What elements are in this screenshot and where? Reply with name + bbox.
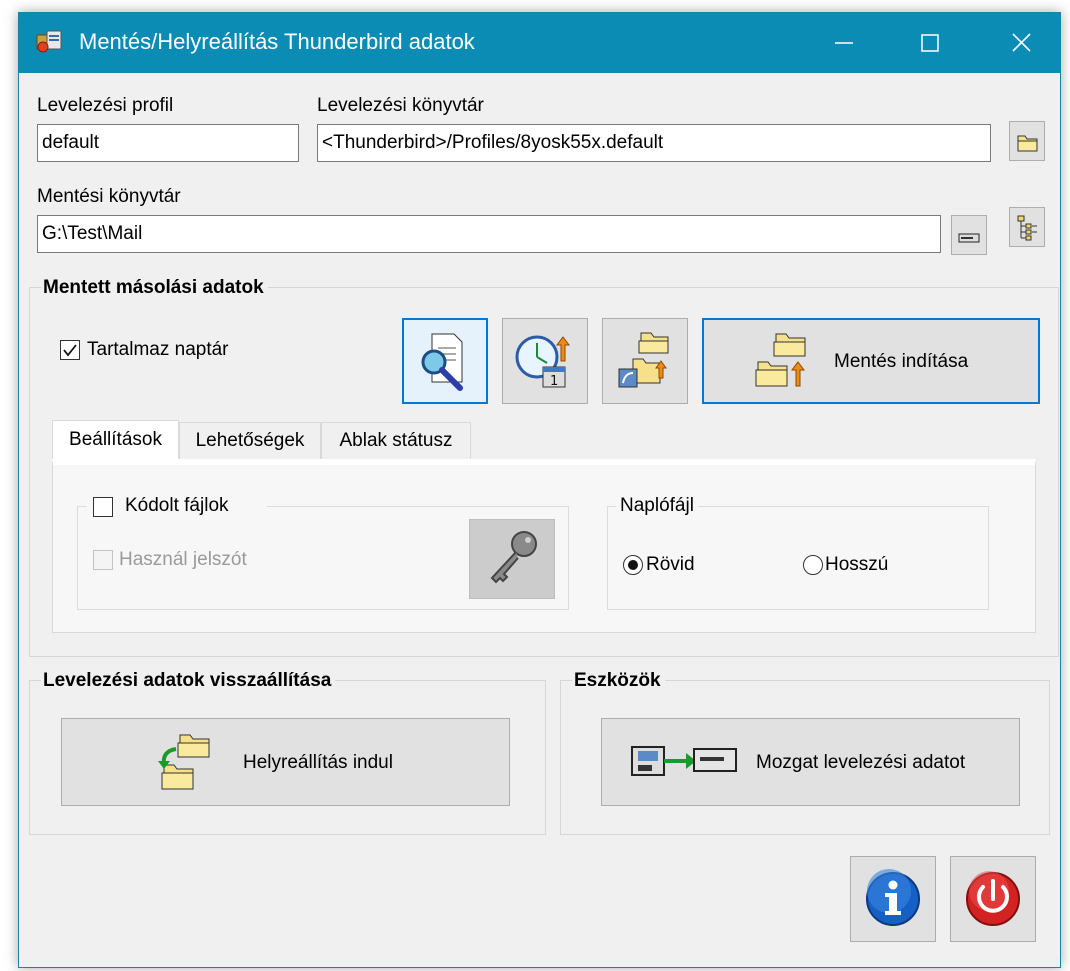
tab-settings[interactable]: Beállítások xyxy=(52,420,179,464)
drive-icon xyxy=(958,233,980,243)
app-icon xyxy=(36,30,62,53)
include-calendar-label[interactable]: Tartalmaz naptár xyxy=(87,339,229,361)
start-backup-button[interactable]: Mentés indítása xyxy=(702,318,1040,404)
radio-dot-icon xyxy=(628,560,638,570)
info-button[interactable] xyxy=(850,856,936,942)
view-backup-button[interactable] xyxy=(402,318,488,404)
restore-folders-icon xyxy=(158,734,210,790)
backup-folders-icon xyxy=(755,333,806,387)
exit-button[interactable] xyxy=(950,856,1036,942)
backup-group-title: Mentett másolási adatok xyxy=(41,277,268,299)
title-bar[interactable]: Mentés/Helyreállítás Thunderbird adatok xyxy=(19,13,1060,73)
start-restore-label: Helyreállítás indul xyxy=(243,752,393,773)
maximize-icon xyxy=(921,34,939,52)
close-button[interactable] xyxy=(984,13,1059,73)
power-icon xyxy=(966,871,1020,926)
select-tree-button[interactable] xyxy=(1009,207,1045,247)
folder-sync-icon xyxy=(618,332,669,388)
password-key-button[interactable] xyxy=(469,519,555,599)
logfile-short-label[interactable]: Rövid xyxy=(646,554,695,576)
folder-icon xyxy=(1017,135,1038,152)
logfile-long-radio[interactable] xyxy=(803,555,823,575)
move-mail-data-button[interactable]: Mozgat levelezési adatot xyxy=(601,718,1020,806)
move-data-icon xyxy=(631,746,737,776)
tab-options[interactable]: Lehetőségek xyxy=(179,422,321,460)
search-document-icon xyxy=(421,333,463,391)
browse-mail-dir-button[interactable] xyxy=(1009,121,1045,161)
backup-dir-input[interactable]: G:\Test\Mail xyxy=(37,215,941,253)
schedule-backup-button[interactable]: 1 xyxy=(502,318,588,404)
calendar-clock-icon: 1 xyxy=(515,335,570,389)
key-icon xyxy=(490,531,537,584)
checkmark-icon xyxy=(63,344,77,357)
minimize-icon xyxy=(835,42,853,44)
tab-window-status[interactable]: Ablak státusz xyxy=(321,422,471,460)
main-window: Mentés/Helyreállítás Thunderbird adatok … xyxy=(18,12,1061,968)
logfile-short-radio[interactable] xyxy=(623,555,643,575)
tools-group-title: Eszközök xyxy=(572,670,665,692)
close-icon xyxy=(1012,33,1031,52)
use-password-checkbox[interactable] xyxy=(93,550,113,570)
profile-input[interactable]: default xyxy=(37,124,299,162)
logfile-long-label[interactable]: Hosszú xyxy=(825,554,888,576)
include-calendar-checkbox[interactable] xyxy=(60,340,80,360)
tree-icon xyxy=(1017,215,1037,241)
start-restore-button[interactable]: Helyreállítás indul xyxy=(61,718,510,806)
window-title: Mentés/Helyreállítás Thunderbird adatok xyxy=(79,29,475,54)
minimize-button[interactable] xyxy=(807,13,882,73)
info-icon xyxy=(866,869,920,926)
select-drive-button[interactable] xyxy=(951,215,987,255)
backup-dir-label: Mentési könyvtár xyxy=(37,186,181,207)
restore-group-title: Levelezési adatok visszaállítása xyxy=(41,670,336,692)
encrypted-files-checkbox[interactable] xyxy=(93,497,113,517)
mail-dir-input[interactable]: <Thunderbird>/Profiles/8yosk55x.default xyxy=(317,124,991,162)
encrypted-files-label[interactable]: Kódolt fájlok xyxy=(125,495,229,517)
use-password-label[interactable]: Használ jelszót xyxy=(119,549,247,571)
svg-text:1: 1 xyxy=(550,374,558,389)
start-backup-label: Mentés indítása xyxy=(834,351,969,372)
profile-label: Levelezési profil xyxy=(37,95,174,116)
sync-backup-button[interactable] xyxy=(602,318,688,404)
move-mail-data-label: Mozgat levelezési adatot xyxy=(756,752,966,773)
maximize-button[interactable] xyxy=(893,13,968,73)
mail-dir-label: Levelezési könyvtár xyxy=(317,95,484,116)
logfile-title: Naplófájl xyxy=(616,495,698,517)
